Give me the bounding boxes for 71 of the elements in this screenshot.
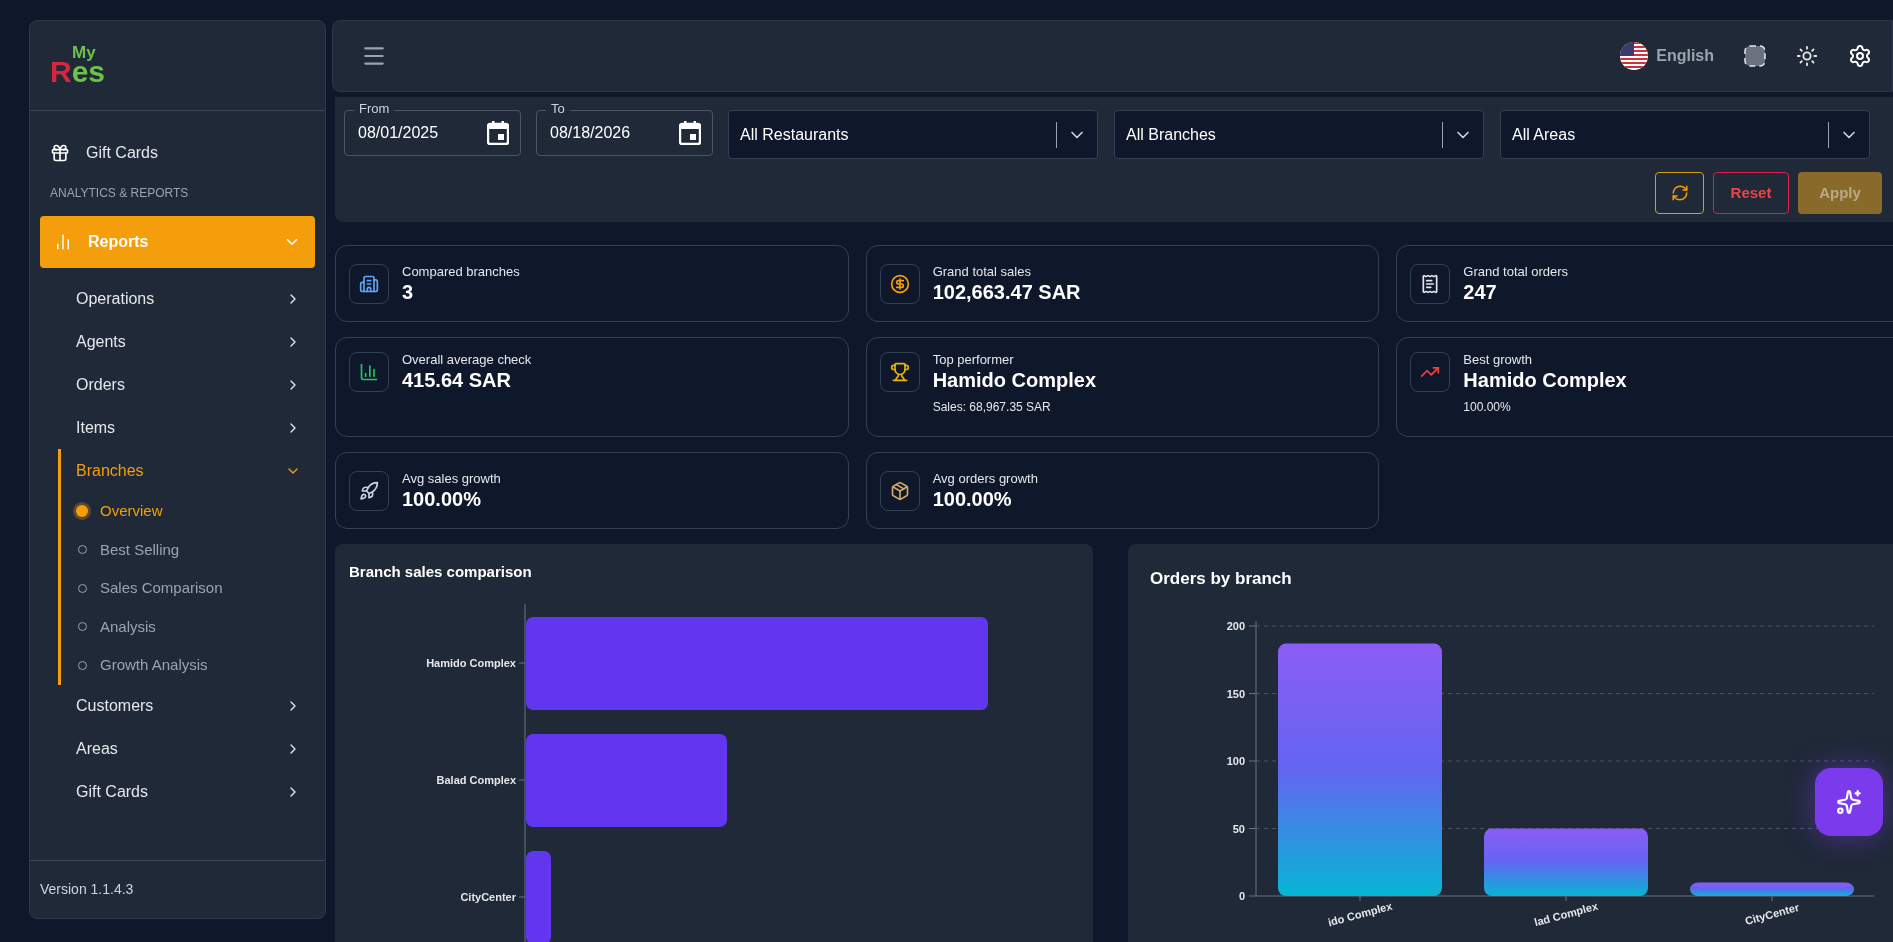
card-value: 102,663.47 SAR — [932, 279, 1081, 304]
flag-icon — [1620, 42, 1649, 70]
y-tick-label: 100 — [1226, 754, 1245, 767]
x-tick-label: lad Complex — [1532, 899, 1600, 928]
nav-item[interactable]: Gift Cards — [40, 133, 315, 173]
y-tick-label: 150 — [1226, 687, 1245, 699]
card-value: 100.00% — [402, 486, 482, 511]
sparkle-icon — [1836, 789, 1862, 815]
y-tick-label: 50 — [1232, 822, 1245, 834]
sun-icon[interactable] — [1796, 45, 1818, 67]
gift-icon — [50, 143, 70, 163]
trophy-icon — [879, 352, 920, 392]
assistant-button[interactable] — [1815, 768, 1883, 836]
card-value: 247 — [1463, 279, 1498, 304]
card-title: Avg sales growth — [402, 470, 501, 487]
nav-subitem[interactable]: Sales Comparison — [61, 569, 315, 608]
select-field[interactable]: All Restaurants — [728, 110, 1098, 159]
select-field[interactable]: All Branches — [1114, 110, 1484, 159]
refresh-button[interactable] — [1655, 172, 1704, 214]
card-value: Hamido Complex — [932, 368, 1096, 392]
card-subtitle: Sales: 68,967.35 SAR — [932, 399, 1052, 416]
calendar-icon[interactable] — [487, 121, 509, 145]
x-tick-label: ido Complex — [1326, 898, 1395, 928]
card-title: Overall average check — [402, 352, 532, 368]
nav-item[interactable]: Areas — [40, 727, 315, 771]
building-icon — [349, 263, 389, 304]
version-text: Version 1.1.4.3 — [40, 880, 134, 899]
receipt-icon — [1410, 263, 1451, 304]
nav-item[interactable]: Orders — [40, 363, 315, 406]
card-title: Avg orders growth — [932, 470, 1038, 487]
card-title: Grand total orders — [1463, 263, 1569, 280]
section-heading: ANALYTICS & REPORTS — [49, 185, 190, 201]
nav-subitem[interactable]: Growth Analysis — [61, 646, 315, 685]
card-value: 415.64 SAR — [402, 368, 512, 392]
chart-title: Branch sales comparison — [348, 562, 533, 582]
select-field[interactable]: All Areas — [1500, 110, 1870, 159]
card-value: Hamido Complex — [1463, 368, 1627, 392]
card-title: Grand total sales — [932, 263, 1032, 280]
nav-item[interactable]: Agents — [40, 320, 315, 363]
card-value: 3 — [402, 279, 415, 304]
nav-item[interactable]: Customers — [40, 684, 315, 728]
nav-item[interactable]: Branches — [61, 449, 315, 492]
nav-subitem[interactable]: Analysis — [61, 607, 315, 646]
nav-item[interactable]: Operations — [40, 277, 315, 320]
y-tick-label: 200 — [1226, 619, 1245, 632]
card-subtitle: 100.00% — [1463, 399, 1512, 416]
trend-up-icon — [1410, 352, 1451, 392]
card-title: Top performer — [932, 352, 1015, 368]
calendar-icon[interactable] — [679, 121, 701, 145]
reset-button[interactable]: Reset — [1713, 172, 1789, 214]
nav-subitem[interactable]: Overview — [61, 492, 315, 531]
coin-icon — [879, 263, 920, 304]
card-title: Best growth — [1463, 352, 1533, 368]
card-title: Compared branches — [402, 263, 520, 280]
bar-chart-icon — [349, 352, 389, 392]
nav-subitem[interactable]: Best Selling — [61, 530, 315, 569]
chart-icon — [54, 233, 72, 251]
refresh-icon — [1670, 184, 1689, 202]
card-value: 100.00% — [932, 486, 1013, 511]
chart-title: Orders by branch — [1149, 568, 1293, 590]
fullscreen-icon[interactable] — [1744, 45, 1766, 67]
date-value: 08/01/2025 — [358, 123, 439, 143]
date-value: 08/18/2026 — [550, 123, 631, 143]
nav-item[interactable]: Items — [40, 406, 315, 449]
language-button[interactable]: English — [1620, 42, 1714, 70]
nav-item[interactable]: Gift Cards — [40, 770, 315, 814]
y-tick-label: 0 — [1238, 889, 1245, 902]
rocket-icon — [349, 470, 389, 511]
bar-chart-drawing: Hamido Complex Balad Complex CityCenter — [335, 595, 1075, 942]
settings-icon[interactable] — [1848, 44, 1872, 68]
package-icon — [879, 470, 920, 511]
